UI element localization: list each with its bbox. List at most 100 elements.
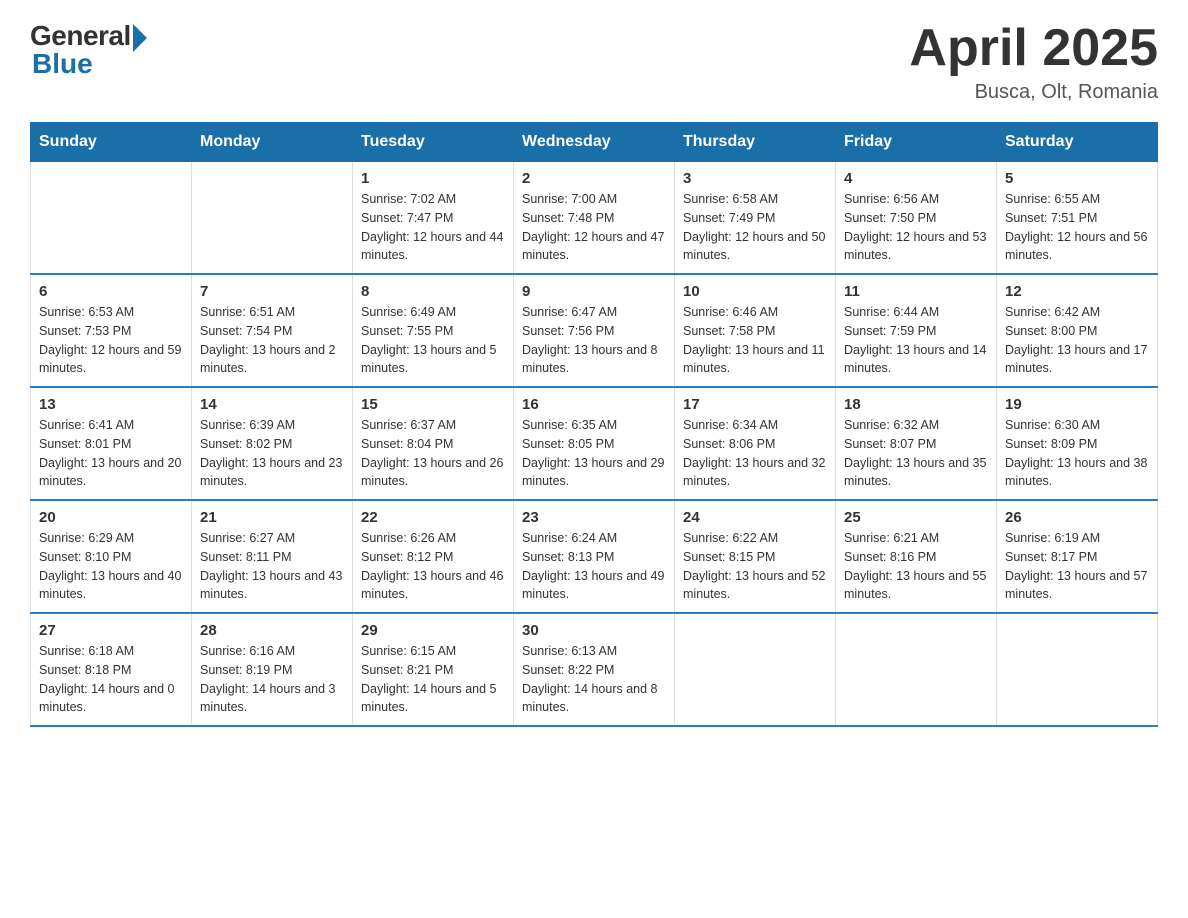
calendar-cell: 19 Sunrise: 6:30 AMSunset: 8:09 PMDayligh… [997, 387, 1158, 500]
day-number: 21 [200, 509, 344, 526]
day-number: 20 [39, 509, 183, 526]
day-number: 28 [200, 622, 344, 639]
calendar-cell: 1 Sunrise: 7:02 AMSunset: 7:47 PMDaylight… [353, 162, 514, 275]
day-number: 10 [683, 283, 827, 300]
header-day-thursday: Thursday [675, 123, 836, 162]
calendar-cell: 25Sunrise: 6:21 AMSunset: 8:16 PMDayligh… [836, 500, 997, 613]
day-number: 9 [522, 283, 666, 300]
calendar-cell: 14Sunrise: 6:39 AMSunset: 8:02 PMDayligh… [192, 387, 353, 500]
day-number: 15 [361, 396, 505, 413]
day-number: 5 [1005, 170, 1149, 187]
header-day-friday: Friday [836, 123, 997, 162]
page-subtitle: Busca, Olt, Romania [909, 81, 1158, 104]
calendar-cell: 29 Sunrise: 6:15 AMSunset: 8:21 PMDayligh… [353, 613, 514, 726]
day-info: Sunrise: 6:47 AMSunset: 7:56 PMDaylight:… [522, 303, 666, 378]
calendar-cell [675, 613, 836, 726]
calendar-cell: 10 Sunrise: 6:46 AMSunset: 7:58 PMDayligh… [675, 274, 836, 387]
day-number: 12 [1005, 283, 1149, 300]
calendar-table: SundayMondayTuesdayWednesdayThursdayFrid… [30, 122, 1158, 727]
calendar-cell [836, 613, 997, 726]
calendar-cell: 8 Sunrise: 6:49 AMSunset: 7:55 PMDaylight… [353, 274, 514, 387]
calendar-cell: 20 Sunrise: 6:29 AMSunset: 8:10 PMDayligh… [31, 500, 192, 613]
day-info: Sunrise: 6:58 AMSunset: 7:49 PMDaylight:… [683, 190, 827, 265]
day-info: Sunrise: 6:15 AMSunset: 8:21 PMDaylight:… [361, 642, 505, 717]
day-number: 18 [844, 396, 988, 413]
day-info: Sunrise: 6:16 AMSunset: 8:19 PMDaylight:… [200, 642, 344, 717]
header-day-sunday: Sunday [31, 123, 192, 162]
calendar-cell: 30 Sunrise: 6:13 AMSunset: 8:22 PMDayligh… [514, 613, 675, 726]
day-info: Sunrise: 6:19 AMSunset: 8:17 PMDaylight:… [1005, 529, 1149, 604]
day-info: Sunrise: 6:24 AMSunset: 8:13 PMDaylight:… [522, 529, 666, 604]
calendar-cell [192, 162, 353, 275]
calendar-cell: 3Sunrise: 6:58 AMSunset: 7:49 PMDaylight… [675, 162, 836, 275]
day-info: Sunrise: 6:35 AMSunset: 8:05 PMDaylight:… [522, 416, 666, 491]
day-number: 29 [361, 622, 505, 639]
calendar-cell: 17Sunrise: 6:34 AMSunset: 8:06 PMDayligh… [675, 387, 836, 500]
header-day-monday: Monday [192, 123, 353, 162]
calendar-cell: 27 Sunrise: 6:18 AMSunset: 8:18 PMDayligh… [31, 613, 192, 726]
day-number: 7 [200, 283, 344, 300]
day-info: Sunrise: 6:46 AMSunset: 7:58 PMDaylight:… [683, 303, 827, 378]
day-info: Sunrise: 6:53 AMSunset: 7:53 PMDaylight:… [39, 303, 183, 378]
calendar-cell: 5 Sunrise: 6:55 AMSunset: 7:51 PMDaylight… [997, 162, 1158, 275]
logo-arrow-icon [133, 24, 147, 52]
calendar-cell: 16 Sunrise: 6:35 AMSunset: 8:05 PMDayligh… [514, 387, 675, 500]
calendar-cell: 26 Sunrise: 6:19 AMSunset: 8:17 PMDayligh… [997, 500, 1158, 613]
day-number: 26 [1005, 509, 1149, 526]
header-day-wednesday: Wednesday [514, 123, 675, 162]
calendar-cell: 23 Sunrise: 6:24 AMSunset: 8:13 PMDayligh… [514, 500, 675, 613]
day-info: Sunrise: 6:42 AMSunset: 8:00 PMDaylight:… [1005, 303, 1149, 378]
day-info: Sunrise: 6:37 AMSunset: 8:04 PMDaylight:… [361, 416, 505, 491]
day-number: 11 [844, 283, 988, 300]
day-info: Sunrise: 6:30 AMSunset: 8:09 PMDaylight:… [1005, 416, 1149, 491]
day-info: Sunrise: 6:21 AMSunset: 8:16 PMDaylight:… [844, 529, 988, 604]
day-info: Sunrise: 6:27 AMSunset: 8:11 PMDaylight:… [200, 529, 344, 604]
day-number: 13 [39, 396, 183, 413]
day-info: Sunrise: 6:41 AMSunset: 8:01 PMDaylight:… [39, 416, 183, 491]
logo: General Blue [30, 20, 147, 80]
day-number: 23 [522, 509, 666, 526]
calendar-cell: 24Sunrise: 6:22 AMSunset: 8:15 PMDayligh… [675, 500, 836, 613]
calendar-cell: 13 Sunrise: 6:41 AMSunset: 8:01 PMDayligh… [31, 387, 192, 500]
day-number: 2 [522, 170, 666, 187]
day-number: 30 [522, 622, 666, 639]
day-info: Sunrise: 6:18 AMSunset: 8:18 PMDaylight:… [39, 642, 183, 717]
day-number: 19 [1005, 396, 1149, 413]
day-info: Sunrise: 7:00 AMSunset: 7:48 PMDaylight:… [522, 190, 666, 265]
day-number: 17 [683, 396, 827, 413]
page-title: April 2025 [909, 20, 1158, 77]
header-day-tuesday: Tuesday [353, 123, 514, 162]
calendar-week-row: 13 Sunrise: 6:41 AMSunset: 8:01 PMDayligh… [31, 387, 1158, 500]
calendar-week-row: 20 Sunrise: 6:29 AMSunset: 8:10 PMDayligh… [31, 500, 1158, 613]
day-info: Sunrise: 6:51 AMSunset: 7:54 PMDaylight:… [200, 303, 344, 378]
calendar-cell: 18 Sunrise: 6:32 AMSunset: 8:07 PMDayligh… [836, 387, 997, 500]
calendar-header-row: SundayMondayTuesdayWednesdayThursdayFrid… [31, 123, 1158, 162]
logo-blue-text: Blue [32, 48, 93, 80]
day-number: 27 [39, 622, 183, 639]
day-info: Sunrise: 6:13 AMSunset: 8:22 PMDaylight:… [522, 642, 666, 717]
calendar-cell [997, 613, 1158, 726]
day-number: 14 [200, 396, 344, 413]
day-number: 8 [361, 283, 505, 300]
day-number: 16 [522, 396, 666, 413]
calendar-cell: 28 Sunrise: 6:16 AMSunset: 8:19 PMDayligh… [192, 613, 353, 726]
calendar-cell [31, 162, 192, 275]
day-number: 1 [361, 170, 505, 187]
day-number: 6 [39, 283, 183, 300]
day-number: 24 [683, 509, 827, 526]
calendar-week-row: 6 Sunrise: 6:53 AMSunset: 7:53 PMDaylight… [31, 274, 1158, 387]
day-info: Sunrise: 6:49 AMSunset: 7:55 PMDaylight:… [361, 303, 505, 378]
page-header: General Blue April 2025 Busca, Olt, Roma… [30, 20, 1158, 104]
day-info: Sunrise: 7:02 AMSunset: 7:47 PMDaylight:… [361, 190, 505, 265]
calendar-cell: 2 Sunrise: 7:00 AMSunset: 7:48 PMDaylight… [514, 162, 675, 275]
day-info: Sunrise: 6:29 AMSunset: 8:10 PMDaylight:… [39, 529, 183, 604]
day-info: Sunrise: 6:56 AMSunset: 7:50 PMDaylight:… [844, 190, 988, 265]
calendar-cell: 7 Sunrise: 6:51 AMSunset: 7:54 PMDaylight… [192, 274, 353, 387]
day-info: Sunrise: 6:32 AMSunset: 8:07 PMDaylight:… [844, 416, 988, 491]
day-number: 4 [844, 170, 988, 187]
day-info: Sunrise: 6:44 AMSunset: 7:59 PMDaylight:… [844, 303, 988, 378]
day-number: 22 [361, 509, 505, 526]
header-day-saturday: Saturday [997, 123, 1158, 162]
calendar-cell: 12 Sunrise: 6:42 AMSunset: 8:00 PMDayligh… [997, 274, 1158, 387]
day-info: Sunrise: 6:55 AMSunset: 7:51 PMDaylight:… [1005, 190, 1149, 265]
